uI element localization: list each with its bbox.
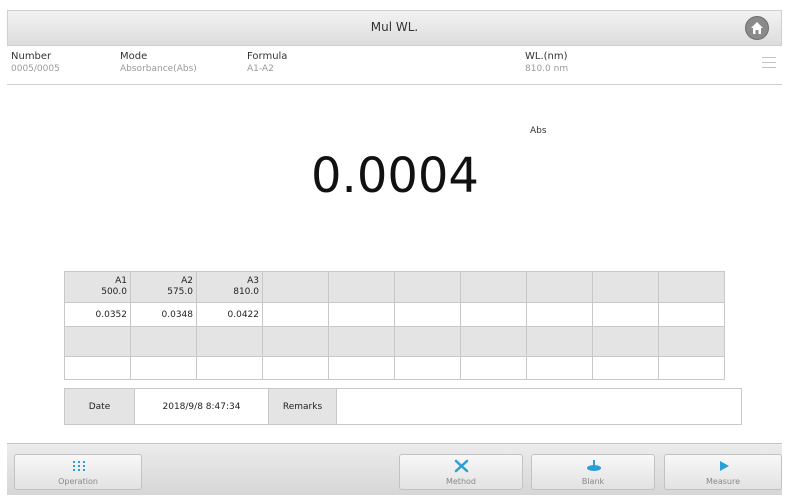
empty-cell [592,356,659,380]
mode-label: Mode [120,51,148,62]
empty-cell [460,302,527,327]
empty-cell [460,356,527,380]
number-label: Number [11,51,52,62]
column-wavelength: 500.0 [101,287,127,297]
number-field: Number 0005/0005 [11,51,60,74]
empty-cell [394,302,461,327]
empty-cell [64,356,131,380]
info-bar: Number 0005/0005 Mode Absorbance(Abs) Fo… [7,47,782,85]
formula-label: Formula [247,51,288,62]
title-bar: Mul WL. [7,10,782,46]
empty-cell [658,302,725,327]
list-icon[interactable] [762,57,776,71]
empty-cell [394,271,461,303]
empty-cell [262,271,329,303]
cell-value: 0.0352 [64,302,131,327]
empty-cell [328,271,395,303]
date-label: Date [64,388,135,425]
results-table: A1 500.0 A2 575.0 A3 810.0 0.0352 0.0348 0.… [64,271,725,380]
home-icon [751,22,763,34]
column-name: A3 [247,276,259,286]
empty-cell [262,302,329,327]
date-value: 2018/9/8 8:47:34 [134,388,269,425]
blank-flask-icon [587,460,601,471]
column-wavelength: 810.0 [233,287,259,297]
method-label: Method [445,477,476,486]
empty-cell [130,356,197,380]
tools-icon [454,459,469,473]
record-info-row: Date 2018/9/8 8:47:34 Remarks [64,388,742,425]
mode-value: Absorbance(Abs) [120,64,197,74]
empty-cell [196,356,263,380]
table-row [64,326,725,357]
column-name: A2 [181,276,193,286]
wl-field: WL.(nm) 810.0 nm [525,51,568,74]
column-header: A3 810.0 [196,271,263,303]
empty-cell [262,356,329,380]
column-name: A1 [115,276,127,286]
empty-cell [526,326,593,357]
column-header: A2 575.0 [130,271,197,303]
operation-label: Operation [58,477,98,486]
empty-cell [526,271,593,303]
table-row [64,356,725,380]
window-title: Mul WL. [370,20,419,34]
measure-label: Measure [706,477,740,486]
wl-value: 810.0 nm [525,64,569,74]
empty-cell [658,326,725,357]
measure-button[interactable]: Measure [664,454,782,490]
cell-value: 0.0348 [130,302,197,327]
empty-cell [592,271,659,303]
empty-cell [196,326,263,357]
empty-cell [460,326,527,357]
remarks-label: Remarks [268,388,337,425]
play-icon [720,461,729,471]
empty-cell [394,356,461,380]
empty-cell [658,271,725,303]
empty-cell [328,302,395,327]
formula-value: A1-A2 [247,64,274,74]
column-wavelength: 575.0 [167,287,193,297]
remarks-value[interactable] [336,388,742,425]
mode-field: Mode Absorbance(Abs) [120,51,197,74]
empty-cell [394,326,461,357]
method-button[interactable]: Method [399,454,523,490]
empty-cell [592,302,659,327]
empty-cell [64,326,131,357]
blank-label: Blank [581,477,605,486]
empty-cell [658,356,725,380]
formula-field: Formula A1-A2 [247,51,287,74]
column-header: A1 500.0 [64,271,131,303]
empty-cell [460,271,527,303]
empty-cell [130,326,197,357]
operation-button[interactable]: Operation [14,454,142,490]
bottom-toolbar: Operation Method Blank Measure [7,443,782,495]
record-info-table: Date 2018/9/8 8:47:34 Remarks [64,388,742,425]
app-window: Mul WL. Number 0005/0005 Mode Absorbance… [0,0,791,500]
empty-cell [262,326,329,357]
empty-cell [328,326,395,357]
number-value: 0005/0005 [11,64,60,74]
grid-dots-icon [73,461,85,471]
empty-cell [592,326,659,357]
home-button[interactable] [745,16,769,40]
empty-cell [328,356,395,380]
wl-label: WL.(nm) [525,51,568,62]
blank-button[interactable]: Blank [531,454,655,490]
measurement-value: 0.0004 [311,148,479,204]
empty-cell [526,302,593,327]
unit-label: Abs [530,126,547,136]
cell-value: 0.0422 [196,302,263,327]
table-row: 0.0352 0.0348 0.0422 [64,302,725,327]
table-header-row: A1 500.0 A2 575.0 A3 810.0 [64,271,725,303]
empty-cell [526,356,593,380]
